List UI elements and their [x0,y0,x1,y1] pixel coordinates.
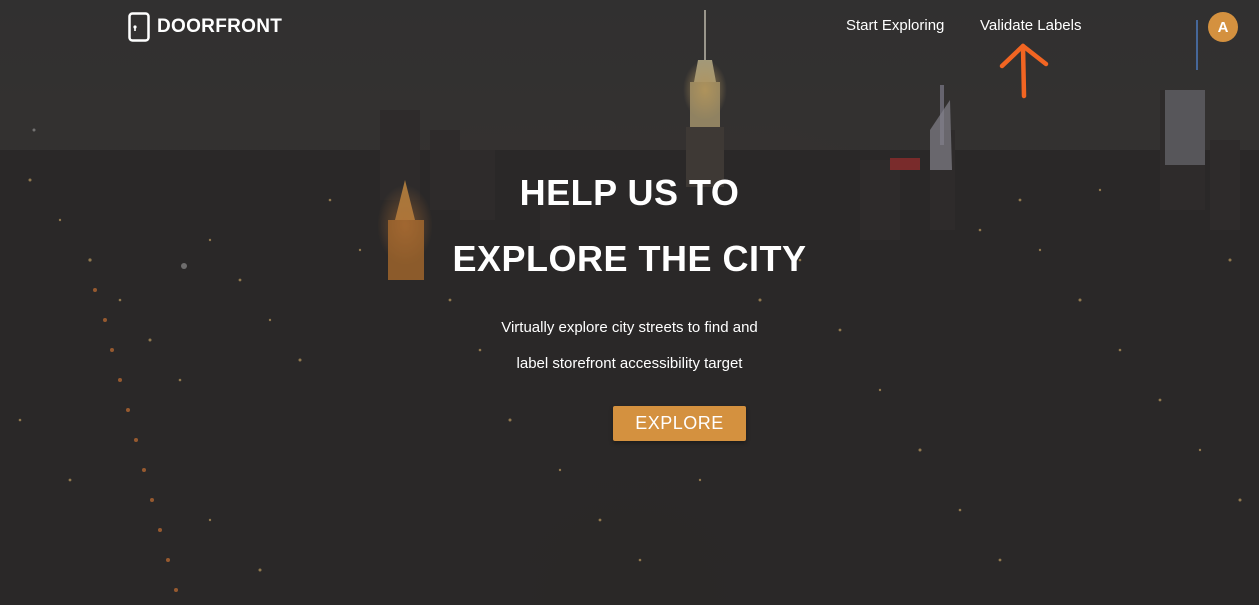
explore-button[interactable]: EXPLORE [613,406,746,441]
dark-overlay [0,0,1259,605]
hero-headline-line1: HELP US TO [519,172,740,213]
user-avatar[interactable]: A [1208,12,1238,42]
hero-subtitle-line2: label storefront accessibility target [516,355,743,372]
top-nav: DOORFRONT Start Exploring Validate Label… [0,0,1259,56]
nav-validate-labels[interactable]: Validate Labels [980,17,1081,34]
hero-headline-line2: EXPLORE THE CITY [452,238,807,279]
logo-text: DOORFRONT [157,16,283,37]
nav-start-exploring[interactable]: Start Exploring [846,17,944,34]
door-icon [128,12,150,42]
logo-link[interactable]: DOORFRONT [128,12,282,42]
hero-section: DOORFRONT Start Exploring Validate Label… [0,0,1259,605]
hero-subtitle-line1: Virtually explore city streets to find a… [501,319,758,336]
arrow-up-icon [999,43,1049,99]
